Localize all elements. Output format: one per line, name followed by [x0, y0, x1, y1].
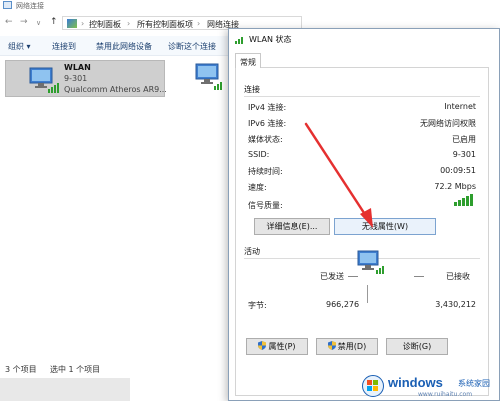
control-panel-icon [67, 19, 77, 28]
uac-shield-icon [327, 341, 336, 350]
signal-quality-icon [454, 194, 473, 206]
media-state-label: 媒体状态: [248, 135, 283, 144]
divider [244, 96, 480, 97]
network-folder-icon [3, 1, 12, 9]
forward-arrow-icon[interactable]: → [20, 17, 28, 27]
breadcrumb-separator-icon: › [81, 19, 85, 28]
status-bar: 3 个项目 选中 1 个项目 [0, 362, 230, 376]
speed-label: 速度: [248, 183, 267, 192]
breadcrumb-all-items[interactable]: 所有控制面板项 [137, 19, 193, 30]
watermark: windows 系统家园 www.ruihaitu.com [362, 372, 500, 401]
up-arrow-icon[interactable]: ↑ [50, 17, 58, 27]
ipv6-label: IPv6 连接: [248, 119, 287, 128]
activity-header: 活动 [244, 247, 260, 256]
signal-quality-label: 信号质量: [248, 201, 283, 210]
properties-label: 属性(P) [268, 342, 296, 351]
selected-count: 选中 1 个项目 [50, 365, 101, 374]
adapter-network: 9-301 [64, 74, 88, 83]
watermark-url: www.ruihaitu.com [418, 391, 473, 398]
connect-to-button[interactable]: 连接到 [52, 41, 76, 52]
received-dash [414, 276, 424, 277]
properties-button[interactable]: 属性(P) [246, 338, 308, 355]
wlan-adapter-item[interactable]: WLAN 9-301 Qualcomm Atheros AR9... [5, 60, 167, 97]
disable-device-button[interactable]: 禁用此网络设备 [96, 41, 152, 52]
ipv4-label: IPv4 连接: [248, 103, 287, 112]
ipv4-value: Internet [444, 102, 476, 111]
general-panel: 连接 IPv4 连接: Internet IPv6 连接: 无网络访问权限 媒体… [235, 67, 489, 396]
activity-divider [367, 285, 368, 303]
media-state-value: 已启用 [452, 135, 476, 144]
breadcrumb-separator-icon: › [197, 19, 201, 28]
diagnose-connection-button[interactable]: 诊断这个连接 [168, 41, 216, 52]
breadcrumb-control-panel[interactable]: 控制面板 [89, 19, 121, 30]
explorer-title: 网络连接 [16, 2, 44, 10]
bytes-sent-value: 966,276 [326, 300, 360, 309]
signal-bars-icon [235, 37, 243, 44]
diagnose-button[interactable]: 诊断(G) [386, 338, 448, 355]
sent-label: 已发送 [320, 272, 344, 281]
wlan-status-dialog: WLAN 状态 常规 连接 IPv4 连接: Internet IPv6 连接:… [228, 28, 500, 401]
ssid-value: 9-301 [452, 150, 476, 159]
bytes-received-value: 3,430,212 [435, 300, 476, 309]
back-arrow-icon[interactable]: ← [5, 17, 13, 27]
watermark-brand: windows [388, 375, 443, 390]
tab-general[interactable]: 常规 [235, 53, 261, 68]
ipv6-value: 无网络访问权限 [420, 119, 476, 128]
network-activity-icon [357, 250, 384, 274]
disable-label: 禁用(D) [337, 342, 367, 351]
watermark-suffix: 系统家园 [458, 379, 490, 388]
adapter-name: WLAN [64, 63, 91, 72]
received-label: 已接收 [446, 272, 470, 281]
wireless-properties-button[interactable]: 无线属性(W) [334, 218, 436, 235]
disable-button[interactable]: 禁用(D) [316, 338, 378, 355]
dialog-title: WLAN 状态 [249, 35, 292, 44]
uac-shield-icon [258, 341, 267, 350]
duration-value: 00:09:51 [440, 166, 476, 175]
connection-header: 连接 [244, 85, 260, 94]
adapter-device: Qualcomm Atheros AR9... [64, 85, 167, 94]
bytes-label: 字节: [248, 301, 267, 310]
windows-logo-icon [362, 375, 384, 397]
duration-label: 持续时间: [248, 167, 283, 176]
details-button[interactable]: 详细信息(E)... [254, 218, 330, 235]
second-adapter-icon[interactable] [190, 60, 226, 92]
breadcrumb-separator-icon: › [127, 19, 131, 28]
explorer-titlebar: 网络连接 [0, 0, 500, 12]
speed-value: 72.2 Mbps [434, 182, 476, 191]
recent-dropdown-icon[interactable]: ∨ [36, 19, 41, 27]
item-count: 3 个项目 [5, 365, 37, 374]
ssid-label: SSID: [248, 150, 270, 159]
bottom-strip [0, 378, 130, 401]
organize-button[interactable]: 组织 ▾ [8, 41, 31, 52]
wireless-adapter-icon [29, 67, 59, 93]
sent-dash [348, 276, 358, 277]
